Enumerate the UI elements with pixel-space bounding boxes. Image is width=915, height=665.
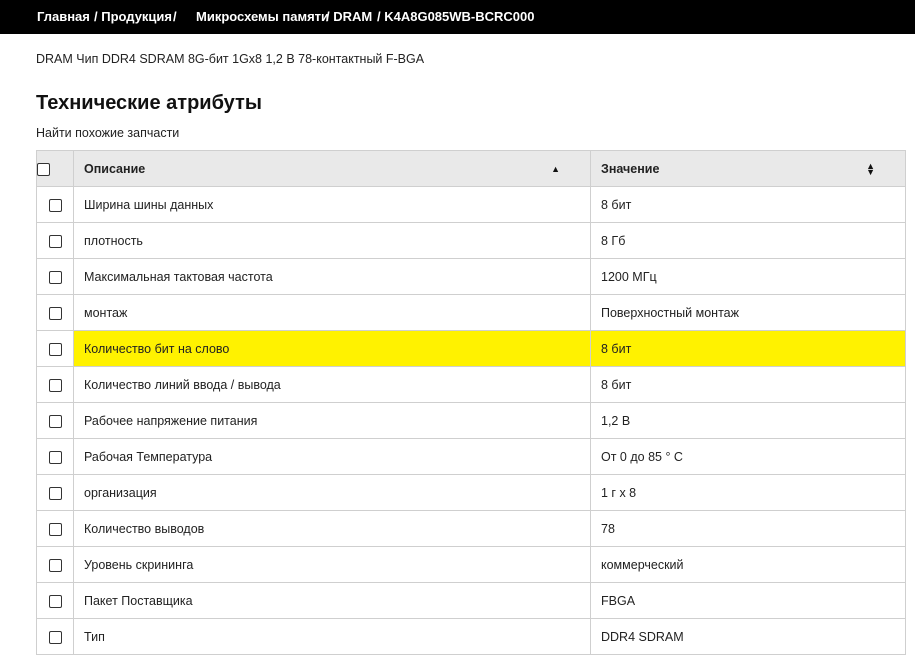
attribute-value-cell: 8 бит [590, 330, 906, 367]
row-checkbox-cell [36, 618, 74, 655]
table-row[interactable]: Тип DDR4 SDRAM [36, 618, 906, 655]
attribute-name-cell: Рабочая Температура [73, 438, 591, 475]
table-row[interactable]: Количество бит на слово 8 бит [36, 330, 906, 367]
attribute-name-cell: Количество бит на слово [73, 330, 591, 367]
breadcrumb-home-link[interactable]: Главная [37, 9, 90, 24]
row-checkbox[interactable] [48, 234, 62, 248]
attribute-value-cell: 1200 МГц [590, 258, 906, 295]
breadcrumb-bar: Главная / Продукция / Микросхемы памяти … [0, 0, 915, 34]
attribute-value-cell: FBGA [590, 582, 906, 619]
row-checkbox[interactable] [48, 342, 62, 356]
table-row[interactable]: Уровень скрининга коммерческий [36, 546, 906, 583]
attribute-value-cell: От 0 до 85 ° C [590, 438, 906, 475]
attribute-value-cell: 8 бит [590, 186, 906, 223]
attribute-name-cell: организация [73, 474, 591, 511]
row-checkbox-cell [36, 294, 74, 331]
row-checkbox-cell [36, 402, 74, 439]
row-checkbox-cell [36, 186, 74, 223]
table-row[interactable]: Рабочая Температура От 0 до 85 ° C [36, 438, 906, 475]
row-checkbox[interactable] [48, 414, 62, 428]
table-row[interactable]: организация 1 г х 8 [36, 474, 906, 511]
attribute-value-cell: 1,2 В [590, 402, 906, 439]
attributes-table: Описание ▲ Значение ▲ ▼ Ширина шины данны… [36, 150, 906, 655]
attribute-name-cell: Количество линий ввода / вывода [73, 366, 591, 403]
breadcrumb-dram-link[interactable]: / DRAM [326, 9, 372, 24]
row-checkbox-cell [36, 510, 74, 547]
row-checkbox-cell [36, 222, 74, 259]
section-title: Технические атрибуты [36, 92, 262, 114]
select-all-checkbox[interactable] [37, 162, 50, 176]
attribute-value-cell: 1 г х 8 [590, 474, 906, 511]
find-similar-label: Найти похожие запчасти [36, 126, 180, 140]
product-description: DRAM Чип DDR4 SDRAM 8G-бит 1Gx8 1,2 В 78… [36, 52, 425, 66]
row-checkbox[interactable] [48, 198, 62, 212]
row-checkbox[interactable] [48, 450, 62, 464]
attribute-name-cell: Уровень скрининга [73, 546, 591, 583]
description-column-header[interactable]: Описание ▲ [73, 150, 591, 187]
attribute-value-cell: DDR4 SDRAM [590, 618, 906, 655]
attribute-name-cell: плотность [73, 222, 591, 259]
sort-both-icon[interactable]: ▲ ▼ [866, 161, 875, 176]
table-row[interactable]: Рабочее напряжение питания 1,2 В [36, 402, 906, 439]
attribute-name-cell: Максимальная тактовая частота [73, 258, 591, 295]
table-row[interactable]: Количество линий ввода / вывода 8 бит [36, 366, 906, 403]
value-column-header[interactable]: Значение ▲ ▼ [590, 150, 906, 187]
attribute-value-cell: 8 бит [590, 366, 906, 403]
attribute-name-cell: Тип [73, 618, 591, 655]
attribute-name-cell: Рабочее напряжение питания [73, 402, 591, 439]
table-row[interactable]: Количество выводов 78 [36, 510, 906, 547]
row-checkbox[interactable] [48, 594, 62, 608]
breadcrumb-separator: / [173, 9, 177, 24]
attributes-table-body: Ширина шины данных 8 бит плотность 8 Гб Макс… [36, 186, 906, 655]
row-checkbox[interactable] [48, 522, 62, 536]
table-header-row: Описание ▲ Значение ▲ ▼ [36, 150, 906, 187]
row-checkbox[interactable] [48, 306, 62, 320]
attribute-name-cell: Ширина шины данных [73, 186, 591, 223]
row-checkbox[interactable] [48, 558, 62, 572]
attribute-value-cell: 78 [590, 510, 906, 547]
breadcrumb-memory-link[interactable]: Микросхемы памяти [196, 9, 329, 24]
row-checkbox-cell [36, 258, 74, 295]
row-checkbox-cell [36, 474, 74, 511]
row-checkbox-cell [36, 546, 74, 583]
attribute-name-cell: монтаж [73, 294, 591, 331]
attribute-value-cell: Поверхностный монтаж [590, 294, 906, 331]
row-checkbox[interactable] [48, 486, 62, 500]
breadcrumb-current: / K4A8G085WB-BCRC000 [377, 9, 535, 24]
sort-ascending-icon[interactable]: ▲ [551, 164, 560, 174]
row-checkbox[interactable] [48, 630, 62, 644]
attribute-value-cell: 8 Гб [590, 222, 906, 259]
row-checkbox-cell [36, 438, 74, 475]
value-header-label: Значение [601, 161, 660, 176]
select-all-cell [36, 150, 74, 187]
row-checkbox-cell [36, 330, 74, 367]
row-checkbox[interactable] [48, 270, 62, 284]
attribute-name-cell: Количество выводов [73, 510, 591, 547]
table-row[interactable]: Ширина шины данных 8 бит [36, 186, 906, 223]
row-checkbox[interactable] [48, 378, 62, 392]
table-row[interactable]: Пакет Поставщика FBGA [36, 582, 906, 619]
table-row[interactable]: монтаж Поверхностный монтаж [36, 294, 906, 331]
breadcrumb-products-link[interactable]: / Продукция [94, 9, 172, 24]
row-checkbox-cell [36, 366, 74, 403]
row-checkbox-cell [36, 582, 74, 619]
attribute-name-cell: Пакет Поставщика [73, 582, 591, 619]
table-row[interactable]: плотность 8 Гб [36, 222, 906, 259]
table-row[interactable]: Максимальная тактовая частота 1200 МГц [36, 258, 906, 295]
description-header-label: Описание [84, 161, 146, 176]
attribute-value-cell: коммерческий [590, 546, 906, 583]
